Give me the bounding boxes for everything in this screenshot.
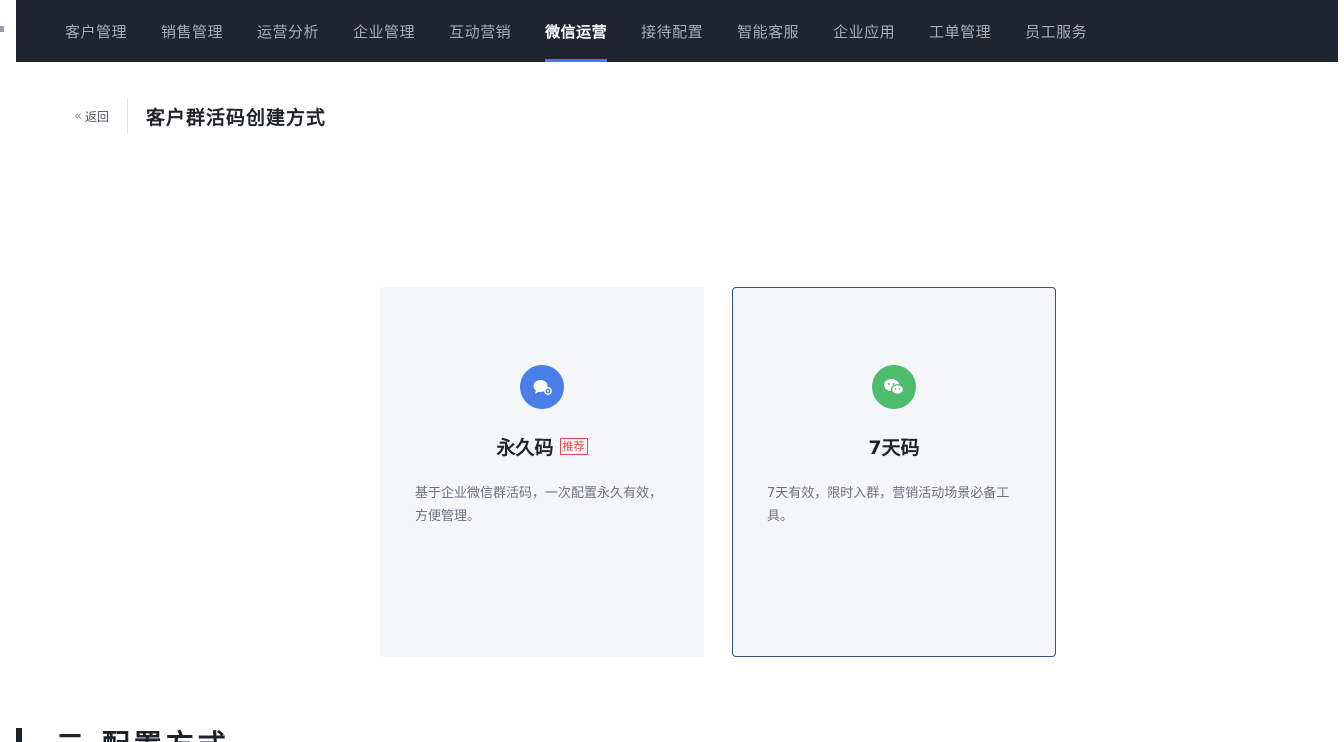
nav-item-reception-config[interactable]: 接待配置 [624,0,720,62]
section-marker [16,728,22,742]
page-header: « 返回 客户群活码创建方式 [74,98,326,134]
section-heading-text: 二 配置方式 [56,723,230,742]
nav-item-customer-management[interactable]: 客户管理 [48,0,144,62]
top-navigation: 客户管理 销售管理 运营分析 企业管理 互动营销 微信运营 接待配置 智能客服 … [0,0,1344,62]
seven-day-code-title: 7天码 [868,437,920,459]
top-navigation-bar: 客户管理 销售管理 运营分析 企业管理 互动营销 微信运营 接待配置 智能客服 … [16,0,1338,62]
recommended-badge: 推荐 [559,438,588,455]
nav-item-wechat-operations[interactable]: 微信运营 [528,0,624,62]
card-title: 永久码 推荐 [381,433,703,460]
seven-day-code-card[interactable]: 7天码 7天有效，限时入群，营销活动场景必备工具。 [732,287,1056,657]
chat-bubble-icon [520,365,564,409]
nav-list: 客户管理 销售管理 运营分析 企业管理 互动营销 微信运营 接待配置 智能客服 … [48,0,1104,62]
page-title: 客户群活码创建方式 [145,106,326,129]
nav-item-enterprise-apps[interactable]: 企业应用 [816,0,912,62]
nav-item-smart-service[interactable]: 智能客服 [720,0,816,62]
section-heading: 二 配置方式 [16,728,230,742]
nav-item-sales-management[interactable]: 销售管理 [144,0,240,62]
double-chevron-left-icon: « [74,108,82,124]
permanent-code-title: 永久码 [496,437,554,459]
nav-item-ticket-management[interactable]: 工单管理 [912,0,1008,62]
permanent-code-card[interactable]: 永久码 推荐 基于企业微信群活码，一次配置永久有效，方便管理。 [380,287,704,657]
wechat-icon [872,365,916,409]
nav-item-operations-analysis[interactable]: 运营分析 [240,0,336,62]
nav-item-employee-services[interactable]: 员工服务 [1008,0,1104,62]
edge-mark [0,26,4,32]
back-button[interactable]: « 返回 [74,98,128,134]
nav-item-interactive-marketing[interactable]: 互动营销 [432,0,528,62]
card-title: 7天码 [733,433,1055,460]
seven-day-code-description: 7天有效，限时入群，营销活动场景必备工具。 [767,486,1010,524]
nav-item-enterprise-management[interactable]: 企业管理 [336,0,432,62]
permanent-code-description: 基于企业微信群活码，一次配置永久有效，方便管理。 [415,486,663,524]
back-label: 返回 [84,109,109,124]
